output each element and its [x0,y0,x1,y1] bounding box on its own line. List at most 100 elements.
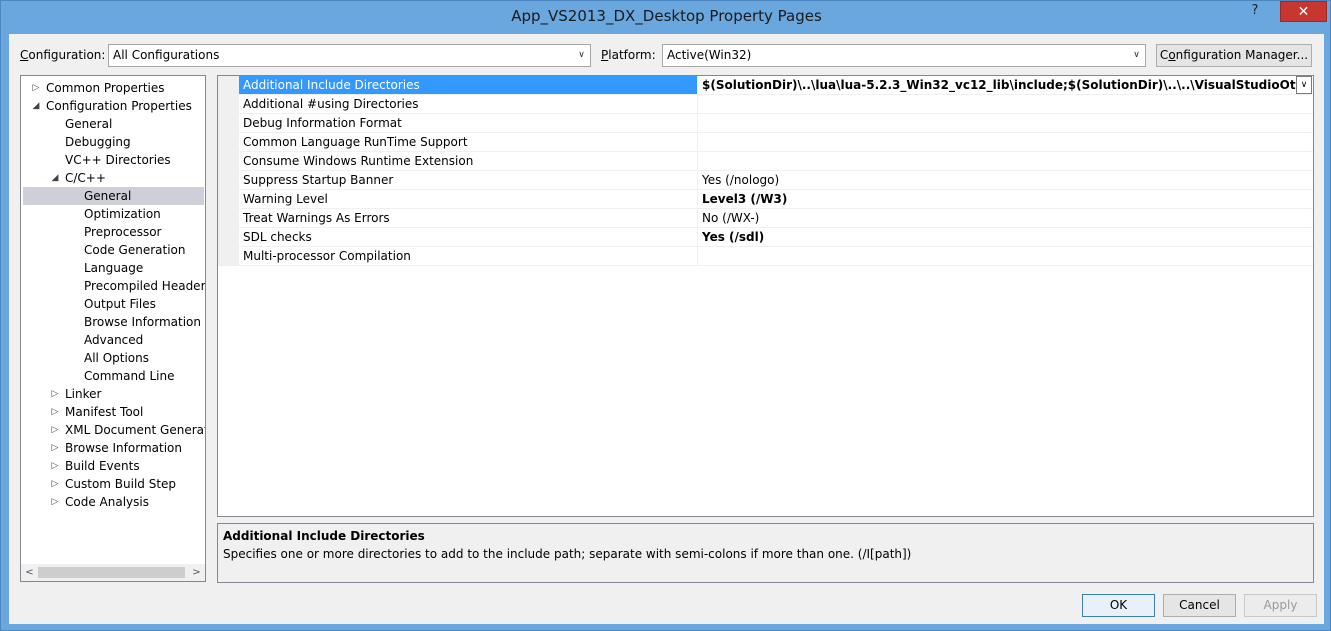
tree-item-vc-directories[interactable]: VC++ Directories [21,151,205,169]
tree-item-label: Preprocessor [84,225,162,239]
tree-item-custom-build-step[interactable]: ▷ Custom Build Step [21,475,205,493]
tree-item-label: Custom Build Step [65,477,177,491]
tree-item-build-events[interactable]: ▷ Build Events [21,457,205,475]
expand-arrow-icon[interactable]: ▷ [31,79,41,97]
property-row[interactable]: Common Language RunTime Support [239,133,1313,152]
tree-horizontal-scrollbar[interactable]: < > [21,564,205,581]
tree-item-linker[interactable]: ▷ Linker [21,385,205,403]
tree-item-command-line[interactable]: Command Line [21,367,205,385]
tree-item-label: Common Properties [46,81,165,95]
tree-item-code-generation[interactable]: Code Generation [21,241,205,259]
tree-item-configuration-properties[interactable]: ◢ Configuration Properties [21,97,205,115]
property-row[interactable]: Consume Windows Runtime Extension [239,152,1313,171]
tree-item-optimization[interactable]: Optimization [21,205,205,223]
expand-arrow-icon[interactable]: ▷ [50,385,60,403]
tree-item-label: General [65,117,113,131]
property-value[interactable] [699,152,1313,170]
expand-arrow-icon[interactable]: ▷ [50,421,60,439]
scroll-left-icon[interactable]: < [21,564,38,581]
property-value[interactable]: Yes (/sdl) [699,228,1313,246]
tree-item-browse-information-cpp[interactable]: Browse Information [21,313,205,331]
property-name[interactable]: Common Language RunTime Support [239,133,698,151]
tree-item-label: Precompiled Headers [84,279,206,293]
collapse-arrow-icon[interactable]: ◢ [31,97,41,115]
configuration-manager-button[interactable]: Configuration Manager... [1156,44,1312,67]
tree-item-general[interactable]: General [21,115,205,133]
property-row[interactable]: Multi-processor Compilation [239,247,1313,266]
chevron-down-icon: ∨ [1133,50,1140,60]
expand-arrow-icon[interactable]: ▷ [50,493,60,511]
property-value[interactable]: No (/WX-) [699,209,1313,227]
property-row[interactable]: SDL checks Yes (/sdl) [239,228,1313,247]
tree-item-precompiled-headers[interactable]: Precompiled Headers [21,277,205,295]
close-button[interactable]: ✕ [1280,1,1327,22]
configuration-label-text: onfiguration: [28,48,106,62]
tree-item-label: VC++ Directories [65,153,171,167]
tree-item-advanced[interactable]: Advanced [21,331,205,349]
property-value[interactable]: Yes (/nologo) [699,171,1313,189]
property-row[interactable]: Additional #using Directories [239,95,1313,114]
scrollbar-thumb[interactable] [38,567,185,578]
description-panel: Additional Include Directories Specifies… [217,523,1314,583]
tree-item-debugging[interactable]: Debugging [21,133,205,151]
tree-item-browse-information[interactable]: ▷ Browse Information [21,439,205,457]
tree-item-all-options[interactable]: All Options [21,349,205,367]
expand-arrow-icon[interactable]: ▷ [50,457,60,475]
expand-arrow-icon[interactable]: ▷ [50,403,60,421]
tree-item-c-cpp-general[interactable]: General [23,187,204,205]
property-name[interactable]: Debug Information Format [239,114,698,132]
scroll-right-icon[interactable]: > [188,564,205,581]
property-row[interactable]: Warning Level Level3 (/W3) [239,190,1313,209]
property-name[interactable]: Consume Windows Runtime Extension [239,152,698,170]
platform-label-text: latform: [608,48,656,62]
property-name[interactable]: Warning Level [239,190,698,208]
tree-item-label: Language [84,261,144,275]
tree-item-c-cpp[interactable]: ◢ C/C++ [21,169,205,187]
tree-item-output-files[interactable]: Output Files [21,295,205,313]
platform-select[interactable]: Active(Win32) ∨ [662,44,1146,67]
help-button[interactable]: ? [1241,1,1269,23]
property-name[interactable]: Additional #using Directories [239,95,698,113]
platform-select-value: Active(Win32) [667,48,752,62]
property-value[interactable]: Level3 (/W3) [699,190,1313,208]
property-row[interactable]: Treat Warnings As Errors No (/WX-) [239,209,1313,228]
tree-item-common-properties[interactable]: ▷ Common Properties [21,79,205,97]
tree-item-language[interactable]: Language [21,259,205,277]
property-name[interactable]: Treat Warnings As Errors [239,209,698,227]
configuration-select[interactable]: All Configurations ∨ [108,44,591,67]
tree-item-preprocessor[interactable]: Preprocessor [21,223,205,241]
tree-item-xml-document-generator[interactable]: ▷ XML Document Generator [21,421,205,439]
config-manager-label-mnemonic: o [1168,48,1176,62]
tree-item-label: Linker [65,387,102,401]
tree-item-label: General [84,189,132,203]
tree-item-label: Output Files [84,297,156,311]
property-row[interactable]: Debug Information Format [239,114,1313,133]
property-name[interactable]: Suppress Startup Banner [239,171,698,189]
property-value[interactable] [699,114,1313,132]
title-bar[interactable]: App_VS2013_DX_Desktop Property Pages ? ✕ [1,1,1331,35]
property-value[interactable] [699,247,1313,265]
chevron-down-icon[interactable]: ∨ [1296,76,1312,94]
property-value[interactable] [699,95,1313,113]
cancel-button[interactable]: Cancel [1163,594,1236,617]
tree-item-label: Configuration Properties [46,99,192,113]
property-row[interactable]: Suppress Startup Banner Yes (/nologo) [239,171,1313,190]
property-value[interactable] [699,133,1313,151]
property-name[interactable]: SDL checks [239,228,698,246]
expand-arrow-icon[interactable]: ▷ [50,439,60,457]
ok-button[interactable]: OK [1082,594,1155,617]
property-tree[interactable]: ▷ Common Properties ◢ Configuration Prop… [20,75,206,582]
tree-item-label: Browse Information [65,441,182,455]
tree-item-code-analysis[interactable]: ▷ Code Analysis [21,493,205,511]
property-value[interactable]: $(SolutionDir)\..\lua\lua-5.2.3_Win32_vc… [699,76,1297,94]
collapse-arrow-icon[interactable]: ◢ [50,169,60,187]
property-name[interactable]: Additional Include Directories [239,76,698,94]
tree-item-manifest-tool[interactable]: ▷ Manifest Tool [21,403,205,421]
apply-button[interactable]: Apply [1244,594,1317,617]
window-title: App_VS2013_DX_Desktop Property Pages [511,7,822,25]
expand-arrow-icon[interactable]: ▷ [50,475,60,493]
tree-item-label: XML Document Generator [65,423,206,437]
description-text: Specifies one or more directories to add… [223,547,912,561]
property-row[interactable]: Additional Include Directories $(Solutio… [239,76,1313,95]
property-name[interactable]: Multi-processor Compilation [239,247,698,265]
